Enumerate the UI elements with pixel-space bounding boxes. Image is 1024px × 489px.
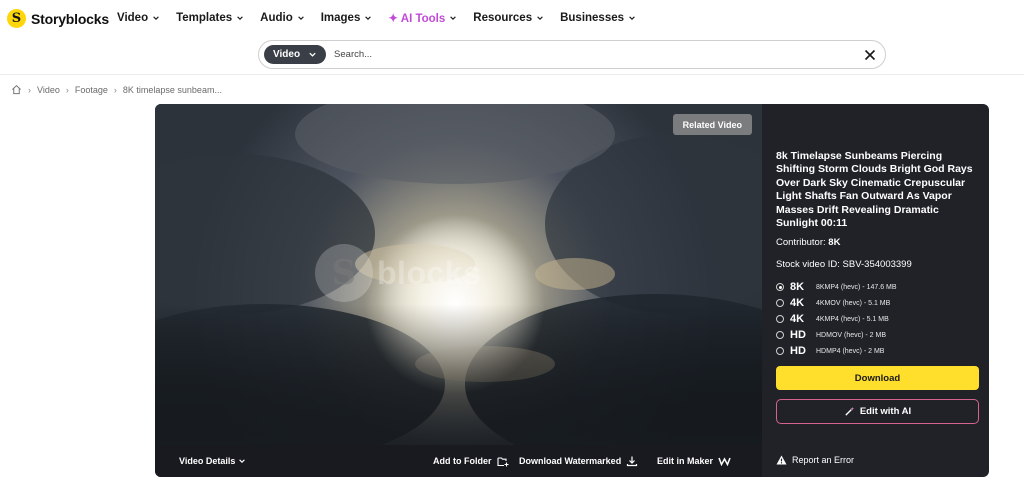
format-resolution: HD [790,329,806,341]
nav-item-label: ✦ AI Tools [388,13,446,25]
format-resolution: HD [790,345,806,357]
download-icon [627,456,638,467]
edit-with-ai-label: Edit with AI [859,406,912,417]
video-details-toggle[interactable]: Video Details [179,456,246,466]
format-description: HDMOV (hevc) - 2 MB [816,331,887,339]
chevron-down-icon [153,16,159,20]
edit-in-maker-button[interactable]: Edit in Maker [657,456,731,466]
watermark-text: blocks [377,254,482,291]
video-player: S blocks Related Video Video Details Add… [155,104,762,477]
breadcrumb-footage[interactable]: Footage [75,85,108,95]
contributor-row: Contributor: 8K [776,237,840,248]
chevron-down-icon [297,16,304,20]
chevron-down-icon [239,459,246,463]
download-watermarked-button[interactable]: Download Watermarked [519,455,638,467]
video-title: 8k Timelapse Sunbeams Piercing Shifting … [776,150,973,230]
chevron-down-icon [629,16,635,20]
report-error-link[interactable]: Report an Error [776,455,854,465]
breadcrumb: › Video › Footage › 8K timelapse sunbeam… [11,84,222,95]
format-description: 8KMP4 (hevc) - 147.6 MB [816,283,897,291]
add-to-folder-button[interactable]: Add to Folder [433,456,509,467]
chevron-right-icon: › [65,84,69,95]
nav-item-images[interactable]: Images [321,11,373,25]
format-option[interactable]: 4K 4KMP4 (hevc) - 5.1 MB [776,311,981,327]
chevron-right-icon: › [113,84,117,95]
format-option[interactable]: 4K 4KMOV (hevc) - 5.1 MB [776,295,981,311]
chevron-down-icon [365,16,372,20]
add-to-folder-label: Add to Folder [433,456,492,466]
nav-item-ai-tools[interactable]: ✦ AI Tools [388,11,457,25]
download-button[interactable]: Download [776,366,979,390]
radio-unselected[interactable] [776,331,784,339]
radio-unselected[interactable] [776,347,784,355]
nav-item-businesses[interactable]: Businesses [560,11,636,25]
chevron-down-icon [237,16,243,20]
nav-item-audio[interactable]: Audio [260,11,305,25]
stock-id-label: Stock video ID: [776,259,840,270]
chevron-down-icon [450,16,457,20]
related-video-button[interactable]: Related Video [672,114,752,135]
details-panel: 8k Timelapse Sunbeams Piercing Shifting … [762,104,989,477]
nav-item-resources[interactable]: Resources [473,11,544,25]
stock-id-value: SBV-354003399 [842,259,912,270]
close-icon [864,49,876,60]
format-option[interactable]: HD HDMOV (hevc) - 2 MB [776,327,981,343]
report-error-label: Report an Error [792,455,855,465]
warning-icon [776,455,787,465]
format-resolution: 4K [790,313,805,325]
maker-icon [718,457,731,466]
format-description: HDMP4 (hevc) - 2 MB [816,347,885,355]
player-toolbar: Video Details Add to Folder Download Wat… [155,445,762,477]
nav-item-label: Resources [473,12,533,24]
magic-wand-icon [845,406,854,416]
video-details-label: Video Details [179,456,236,466]
header-divider [0,74,1024,75]
contributor-value[interactable]: 8K [828,237,840,248]
radio-unselected[interactable] [776,299,784,307]
edit-in-maker-label: Edit in Maker [657,456,714,466]
radio-unselected[interactable] [776,315,784,323]
chevron-down-icon [309,52,316,57]
contributor-label: Contributor: [776,237,826,248]
home-icon[interactable] [11,84,22,95]
breadcrumb-current: 8K timelapse sunbeam... [122,84,222,95]
breadcrumb-video[interactable]: Video [37,85,60,95]
format-description: 4KMP4 (hevc) - 5.1 MB [816,315,889,323]
search-type-dropdown[interactable]: Video [264,45,327,64]
format-options: 8K 8KMP4 (hevc) - 147.6 MB 4K 4KMOV (hev… [776,279,981,359]
clear-search-button[interactable] [855,49,885,61]
format-option[interactable]: 8K 8KMP4 (hevc) - 147.6 MB [776,279,981,295]
nav-item-label: Video [117,12,149,24]
video-frame[interactable]: S blocks Related Video [155,104,762,445]
chevron-down-icon [537,16,543,20]
format-resolution: 4K [790,297,805,309]
top-nav: S Storyblocks Video Templates Audio Imag… [0,0,1024,38]
edit-with-ai-button[interactable]: Edit with AI [776,399,979,424]
search-input[interactable] [334,49,855,60]
stock-id-row: Stock video ID: SBV-354003399 [776,259,912,270]
nav-item-label: Templates [176,12,233,24]
chevron-right-icon: › [28,84,31,95]
watermark: S blocks [315,244,481,302]
nav-item-templates[interactable]: Templates [176,11,244,25]
nav-item-label: Audio [260,12,293,24]
folder-add-icon [496,456,508,466]
watermark-logo-mark: S [315,244,373,302]
nav-menu: Video Templates Audio Images ✦ AI Tools … [117,11,652,25]
logo-mark: S [7,9,26,28]
download-watermarked-label: Download Watermarked [519,456,622,466]
nav-item-video[interactable]: Video [117,11,160,25]
nav-item-label: Businesses [560,12,625,24]
format-option[interactable]: HD HDMP4 (hevc) - 2 MB [776,343,981,359]
format-resolution: 8K [790,281,805,293]
nav-item-label: Images [320,12,361,24]
search-type-label: Video [273,49,301,60]
radio-selected[interactable] [776,283,784,291]
logo-text: Storyblocks [31,10,109,27]
logo[interactable]: S Storyblocks [7,9,109,28]
search-bar: Video [258,40,886,69]
format-description: 4KMOV (hevc) - 5.1 MB [816,299,891,307]
